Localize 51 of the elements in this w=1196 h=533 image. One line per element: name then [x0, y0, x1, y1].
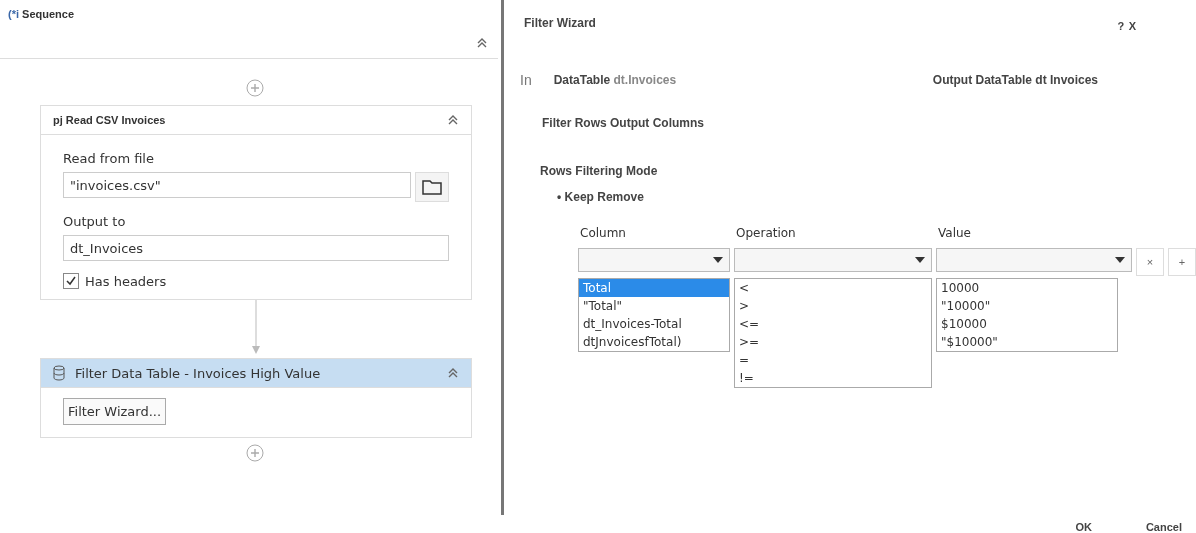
- list-item[interactable]: <=: [735, 315, 931, 333]
- column-header: Operation: [735, 226, 797, 242]
- list-item[interactable]: "10000": [937, 297, 1117, 315]
- ok-button[interactable]: OK: [1075, 521, 1092, 533]
- help-button[interactable]: ?: [1117, 20, 1125, 32]
- dropdown-arrow-icon[interactable]: [1115, 257, 1125, 263]
- checkbox[interactable]: [63, 273, 79, 289]
- mode-options[interactable]: • Keep Remove: [557, 190, 1196, 204]
- remove-row-button[interactable]: ×: [1136, 248, 1164, 276]
- list-item[interactable]: >=: [735, 333, 931, 351]
- list-item[interactable]: >: [735, 297, 931, 315]
- column-header: Value: [937, 226, 972, 242]
- database-icon: [53, 365, 67, 381]
- activity-title: pj Read CSV Invoices: [53, 114, 166, 126]
- dropdown-arrow-icon[interactable]: [713, 257, 723, 263]
- tab-fragment: In: [520, 72, 532, 88]
- add-row-button[interactable]: +: [1168, 248, 1196, 276]
- list-item[interactable]: =: [735, 351, 931, 369]
- file-path-field[interactable]: "invoices.csv": [63, 172, 412, 198]
- filter-activity-card[interactable]: Filter Data Table - Invoices High Value Filter Wizard...: [40, 358, 473, 438]
- list-item[interactable]: "$10000": [937, 333, 1117, 351]
- read-csv-activity-card[interactable]: pj Read CSV Invoices Read from file "invoices.csv" Output to dt_Invoices Has headers: [40, 105, 473, 300]
- field-label: Output to: [63, 214, 127, 229]
- dialog-title: Filter Wizard: [524, 16, 596, 32]
- list-item[interactable]: $10000: [937, 315, 1117, 333]
- list-item[interactable]: Total: [579, 279, 729, 297]
- list-item[interactable]: "Total": [579, 297, 729, 315]
- activity-title: Filter Data Table - Invoices High Value: [75, 365, 321, 381]
- collapse-icon[interactable]: [476, 37, 489, 49]
- list-item[interactable]: 10000: [937, 279, 1117, 297]
- checkbox-label: Has headers: [85, 273, 167, 289]
- field-label: Read from file: [63, 151, 155, 166]
- section-label: Rows Filtering Mode: [540, 164, 659, 178]
- close-button[interactable]: X: [1128, 20, 1136, 32]
- collapse-icon[interactable]: [447, 367, 460, 379]
- collapse-icon[interactable]: [447, 114, 460, 126]
- sequence-title: (*i Sequence: [8, 8, 75, 20]
- filter-wizard-button[interactable]: Filter Wizard...: [63, 398, 167, 425]
- tab-labels[interactable]: Filter Rows Output Columns: [542, 116, 1196, 130]
- output-datatable-label: Output DataTable dt Invoices: [932, 73, 1098, 87]
- output-field[interactable]: dt_Invoices: [63, 235, 450, 261]
- list-item[interactable]: dtJnvoicesfTotal): [579, 333, 729, 351]
- list-item[interactable]: !=: [735, 369, 931, 387]
- dropdown-arrow-icon[interactable]: [915, 257, 925, 263]
- folder-icon: [422, 179, 443, 195]
- list-item[interactable]: dt_Invoices-Total: [579, 315, 729, 333]
- input-datatable-label: DataTable dt.Invoices: [553, 73, 677, 87]
- list-item[interactable]: <: [735, 279, 931, 297]
- column-header: Column: [579, 226, 627, 242]
- browse-button[interactable]: [415, 172, 450, 202]
- cancel-button[interactable]: Cancel: [1145, 521, 1182, 533]
